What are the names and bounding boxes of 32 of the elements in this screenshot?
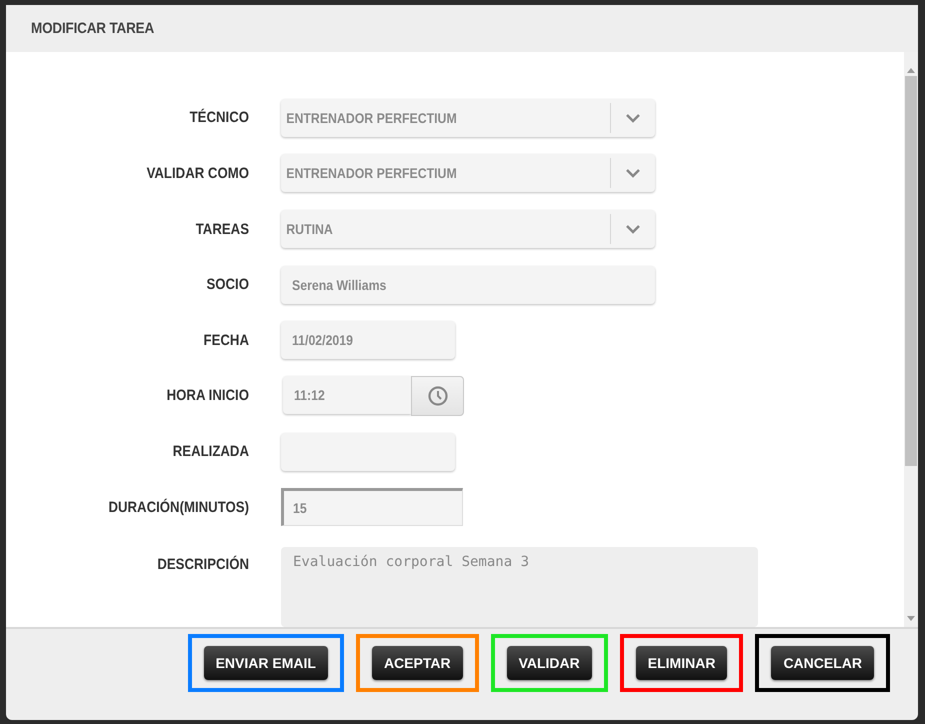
action-button[interactable]: ELIMINAR bbox=[636, 646, 728, 680]
action-button[interactable]: ENVIAR EMAIL bbox=[204, 646, 328, 680]
action-button[interactable]: CANCELAR bbox=[771, 646, 874, 680]
chevron-down-icon bbox=[625, 168, 641, 178]
field-label: SOCIO bbox=[205, 276, 249, 294]
field-label: REALIZADA bbox=[172, 443, 249, 460]
scrollbar[interactable] bbox=[904, 52, 918, 627]
field-label: HORA INICIO bbox=[166, 387, 249, 404]
field-label: DESCRIPCIÓN bbox=[156, 556, 249, 573]
scroll-up-icon[interactable] bbox=[906, 66, 916, 74]
time-field[interactable]: 11:12 bbox=[283, 376, 411, 414]
dialog-title: MODIFICAR TAREA bbox=[31, 20, 154, 37]
chevron-down-icon bbox=[625, 224, 641, 234]
input-field[interactable]: Serena Williams bbox=[281, 266, 655, 304]
chevron-down-icon bbox=[625, 112, 641, 123]
date-field[interactable] bbox=[281, 432, 455, 471]
dropdown[interactable]: ENTRENADOR PERFECTIUM bbox=[281, 98, 655, 137]
date-field[interactable]: 11/02/2019 bbox=[281, 321, 455, 360]
number-field[interactable]: 15 bbox=[281, 488, 463, 526]
text-area[interactable]: Evaluación corporal Semana 3 bbox=[281, 547, 758, 627]
dropdown[interactable]: ENTRENADOR PERFECTIUM bbox=[281, 154, 655, 192]
field-label: VALIDAR COMO bbox=[146, 164, 249, 182]
field-label: FECHA bbox=[202, 332, 249, 349]
dropdown[interactable]: RUTINA bbox=[281, 210, 655, 248]
clock-icon bbox=[426, 384, 448, 407]
field-label: DURACIÓN(MINUTOS) bbox=[107, 498, 249, 516]
field-label: TAREAS bbox=[194, 220, 249, 238]
scroll-down-icon[interactable] bbox=[906, 615, 916, 623]
action-button[interactable]: ACEPTAR bbox=[372, 646, 463, 680]
action-button[interactable]: VALIDAR bbox=[506, 646, 592, 680]
field-label: TÉCNICO bbox=[188, 109, 249, 126]
clock-button[interactable] bbox=[411, 376, 464, 416]
